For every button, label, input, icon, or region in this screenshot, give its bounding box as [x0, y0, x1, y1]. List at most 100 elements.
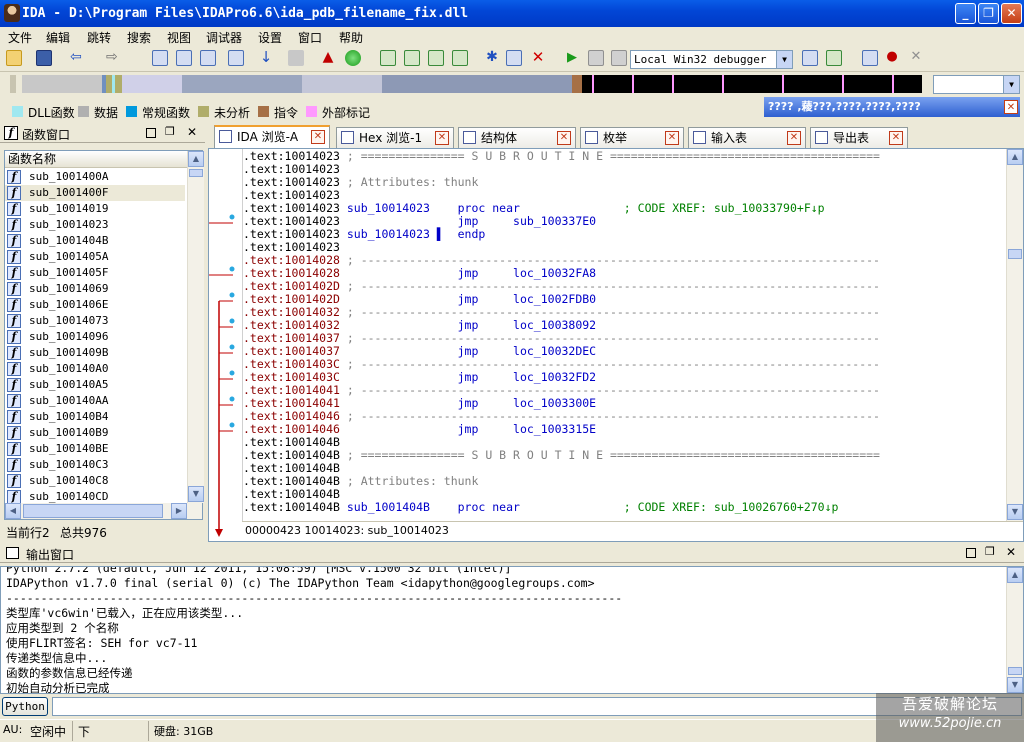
function-list-item[interactable]: f sub_100140AA	[5, 393, 185, 409]
nav-band-zoom-select[interactable]: ▼	[933, 75, 1020, 94]
add-code-icon[interactable]	[380, 50, 396, 66]
python-button[interactable]: Python	[2, 697, 48, 716]
function-list-item[interactable]: f sub_1001409B	[5, 345, 185, 361]
close-tab-icon[interactable]: ✕	[557, 131, 571, 145]
function-list-scrollbar[interactable]: ▲ ▼	[187, 151, 204, 503]
scroll-thumb[interactable]	[189, 169, 203, 177]
asterisk-icon[interactable]: ✱	[484, 50, 500, 66]
function-list-item[interactable]: f sub_10014069	[5, 281, 185, 297]
disasm-line[interactable]: .text:10014023 ; Attributes: thunk	[243, 176, 893, 189]
hscroll-thumb[interactable]	[23, 504, 163, 518]
close-icon[interactable]: ✕	[1006, 545, 1016, 559]
add-breakpoint-icon[interactable]: ●	[884, 50, 900, 66]
function-list-item[interactable]: f sub_100140B9	[5, 425, 185, 441]
stop-icon[interactable]	[611, 50, 627, 66]
function-list-item[interactable]: f sub_1001405A	[5, 249, 185, 265]
scroll-down-icon[interactable]: ▼	[188, 486, 204, 502]
breakpoint-list-icon[interactable]	[862, 50, 878, 66]
tab-1[interactable]: Hex 浏览-1 ✕	[336, 127, 454, 149]
menu-item[interactable]: 跳转	[87, 29, 111, 46]
close-icon[interactable]: ✕	[187, 125, 197, 139]
menu-item[interactable]: 帮助	[339, 29, 363, 46]
warning-icon[interactable]: ▲	[320, 50, 336, 66]
disasm-line[interactable]: .text:10014023 sub_10014023 ▌ endp	[243, 228, 893, 241]
scroll-right-icon[interactable]: ▶	[171, 503, 187, 519]
tab-0[interactable]: IDA 浏览-A ✕	[214, 125, 330, 149]
run-green-icon[interactable]	[345, 50, 361, 66]
restore-icon[interactable]: ❐	[985, 545, 995, 558]
tab-2[interactable]: 结构体 ✕	[458, 127, 576, 149]
function-list-item[interactable]: f sub_100140B4	[5, 409, 185, 425]
menu-item[interactable]: 文件	[8, 29, 32, 46]
function-list-item[interactable]: f sub_100140BE	[5, 441, 185, 457]
close-tab-icon[interactable]: ✕	[311, 130, 325, 144]
chevron-down-icon[interactable]: ▼	[1003, 76, 1019, 93]
function-list-item[interactable]: f sub_10014096	[5, 329, 185, 345]
function-list-item[interactable]: f sub_1001404B	[5, 233, 185, 249]
add-data-icon[interactable]	[404, 50, 420, 66]
struct-offset-icon[interactable]	[506, 50, 522, 66]
save-icon[interactable]	[36, 50, 52, 66]
disasm-line[interactable]: .text:10014023 ; =============== S U B R…	[243, 150, 893, 163]
scroll-up-icon[interactable]: ▲	[188, 151, 204, 167]
function-list-item[interactable]: f sub_100140A5	[5, 377, 185, 393]
function-list-item[interactable]: f sub_100140C8	[5, 473, 185, 489]
navigation-band[interactable]	[22, 75, 922, 93]
close-button[interactable]: ✕	[1001, 3, 1022, 24]
add-string-icon[interactable]	[428, 50, 444, 66]
disasm-line[interactable]: .text:10014046 jmp loc_1003315E	[243, 423, 893, 436]
restore-icon[interactable]: ❐	[165, 125, 175, 138]
function-list-item[interactable]: f sub_100140A0	[5, 361, 185, 377]
debugger-select[interactable]: Local Win32 debugger ▼	[630, 50, 793, 69]
tab-3[interactable]: 枚举 ✕	[580, 127, 684, 149]
close-tab-icon[interactable]: ✕	[665, 131, 679, 145]
output-log[interactable]: Python 2.7.2 (default, Jun 12 2011, 15:0…	[0, 566, 1024, 694]
menu-item[interactable]: 设置	[258, 29, 282, 46]
search-binary-icon[interactable]	[152, 50, 168, 66]
tab-5[interactable]: 导出表 ✕	[810, 127, 908, 149]
search-next-icon[interactable]	[228, 50, 244, 66]
function-list-item[interactable]: f sub_1001400A	[5, 169, 185, 185]
scroll-up-icon[interactable]: ▲	[1007, 149, 1023, 165]
pause-icon[interactable]	[588, 50, 604, 66]
function-list-item[interactable]: f sub_10014023	[5, 217, 185, 233]
menu-item[interactable]: 搜索	[127, 29, 151, 46]
menu-item[interactable]: 窗口	[298, 29, 322, 46]
forward-arrow-icon[interactable]: ⇨	[106, 50, 122, 66]
maximize-icon[interactable]	[146, 128, 156, 138]
function-list-item[interactable]: f sub_10014073	[5, 313, 185, 329]
output-scrollbar[interactable]: ▲ ▼	[1006, 567, 1023, 693]
open-file-icon[interactable]	[6, 50, 22, 66]
add-array-icon[interactable]	[452, 50, 468, 66]
search-text-icon[interactable]	[176, 50, 192, 66]
scroll-left-icon[interactable]: ◀	[5, 503, 21, 519]
back-arrow-icon[interactable]: ⇦	[70, 50, 86, 66]
debugger-options-icon[interactable]	[802, 50, 818, 66]
scroll-up-icon[interactable]: ▲	[1007, 567, 1023, 583]
disasm-line[interactable]: .text:1001404B ; Attributes: thunk	[243, 475, 893, 488]
close-tab-icon[interactable]: ✕	[787, 131, 801, 145]
minimize-button[interactable]: _	[955, 3, 976, 24]
menu-item[interactable]: 编辑	[46, 29, 70, 46]
disassembly-scrollbar[interactable]: ▲ ▼	[1006, 149, 1023, 521]
undefine-icon[interactable]: ✕	[530, 50, 546, 66]
function-list-item[interactable]: f sub_1001400F	[5, 185, 185, 201]
scroll-thumb[interactable]	[1008, 249, 1022, 259]
function-list-item[interactable]: f sub_100140C3	[5, 457, 185, 473]
disasm-line[interactable]: .text:1001404B ; =============== S U B R…	[243, 449, 893, 462]
jump-down-icon[interactable]: ↓	[258, 50, 274, 66]
close-tab-icon[interactable]: ✕	[889, 131, 903, 145]
disasm-line[interactable]: .text:1001404B sub_1001404B proc near ; …	[243, 501, 893, 514]
function-list-item[interactable]: f sub_1001405F	[5, 265, 185, 281]
function-list-item[interactable]: f sub_1001406E	[5, 297, 185, 313]
scroll-thumb[interactable]	[1008, 667, 1022, 675]
function-name-column-header[interactable]: 函数名称	[5, 151, 187, 168]
scroll-down-icon[interactable]: ▼	[1007, 677, 1023, 693]
function-list-item[interactable]: f sub_10014019	[5, 201, 185, 217]
close-tab-icon[interactable]: ✕	[435, 131, 449, 145]
menu-item[interactable]: 调试器	[206, 29, 242, 46]
function-list-hscrollbar[interactable]: ◀ ▶	[5, 503, 202, 519]
close-icon[interactable]: ✕	[1004, 100, 1018, 114]
delete-breakpoint-icon[interactable]: ✕	[908, 50, 924, 66]
maximize-button[interactable]: ❐	[978, 3, 999, 24]
